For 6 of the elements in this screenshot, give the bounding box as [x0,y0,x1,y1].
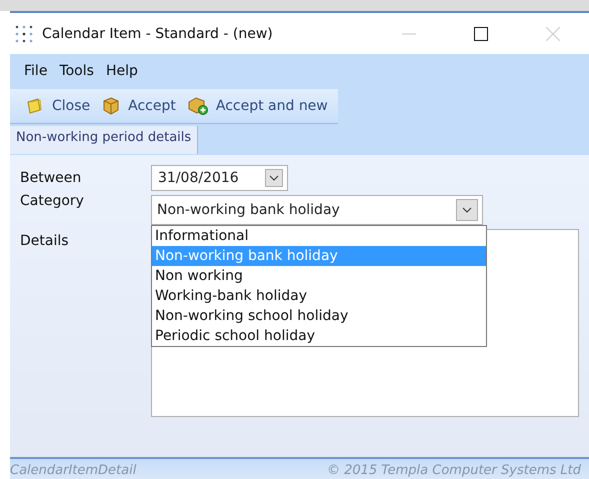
window-title: Calendar Item - Standard - (new) [42,26,273,42]
copyright-text: © 2015 Templa Computer Systems Ltd [326,462,581,478]
field-label: Between [20,170,82,186]
field-label: Details [20,233,70,249]
field-label: Category [20,193,85,209]
status-text: CalendarItemDetail [10,462,136,478]
